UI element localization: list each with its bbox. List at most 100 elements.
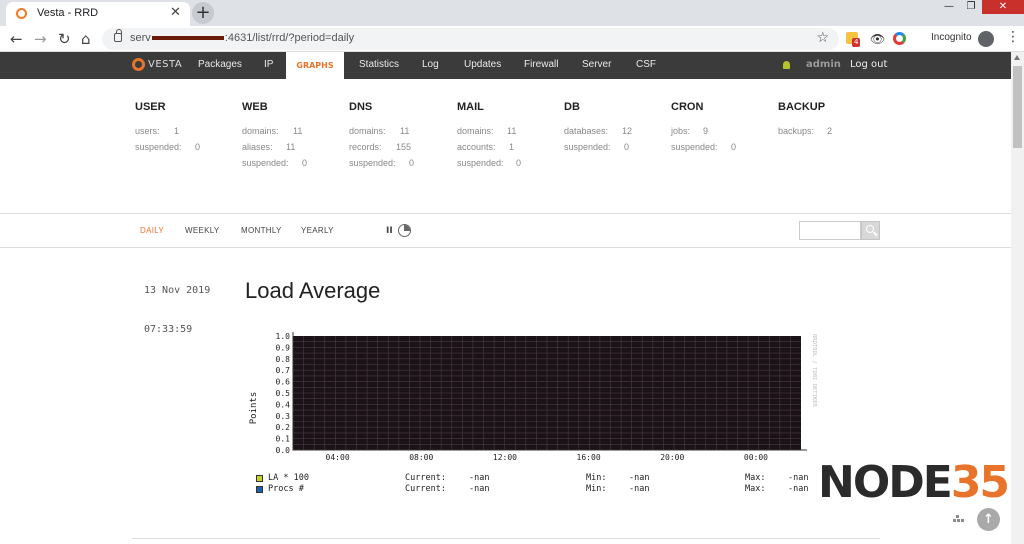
- logout-link[interactable]: Log out: [850, 59, 887, 70]
- search-button[interactable]: [861, 221, 880, 240]
- x-tick-label: 16:00: [577, 453, 601, 462]
- legend-max-value: -nan: [788, 484, 809, 494]
- nav-packages[interactable]: Packages: [198, 59, 242, 70]
- incognito-icon[interactable]: [978, 31, 994, 47]
- y-axis-label: Points: [249, 392, 259, 425]
- stat-label: suspended:: [671, 142, 718, 152]
- stat-value: 2: [827, 126, 833, 136]
- stat-heading: DB: [564, 101, 580, 113]
- stat-heading: CRON: [671, 101, 704, 113]
- legend-swatch: [256, 475, 263, 482]
- incognito-label: Incognito: [931, 32, 972, 43]
- extension-badge: 4: [852, 38, 861, 47]
- vesta-logo[interactable]: VESTA: [132, 58, 182, 71]
- stat-value: 0: [195, 142, 201, 152]
- pause-icon[interactable]: II: [386, 226, 393, 236]
- legend-max-label: Max:: [745, 473, 766, 483]
- stat-label: suspended:: [349, 158, 396, 168]
- minimize-icon[interactable]: —: [938, 0, 960, 14]
- legend-current-label: Current:: [405, 484, 446, 494]
- vesta-logo-icon: [132, 58, 145, 71]
- stat-value: 155: [396, 142, 412, 152]
- refresh-timer-icon[interactable]: [398, 224, 411, 237]
- y-tick-label: 0.9: [276, 343, 291, 352]
- period-daily[interactable]: DAILY: [140, 226, 164, 235]
- stat-value: 11: [400, 126, 410, 136]
- address-bar[interactable]: serv:4631/list/rrd/?period=daily ☆: [102, 28, 839, 50]
- close-tab-icon[interactable]: ✕: [170, 5, 181, 20]
- stat-heading: DNS: [349, 101, 373, 113]
- scroll-up-icon[interactable]: [1014, 55, 1020, 60]
- load-average-chart: 0.00.10.20.30.40.50.60.70.80.91.0 04:00 0…: [249, 332, 817, 462]
- stat-value: 1: [509, 142, 515, 152]
- y-tick-label: 1.0: [276, 332, 291, 341]
- period-weekly[interactable]: WEEKLY: [185, 226, 220, 235]
- nav-graphs[interactable]: GRAPHS: [286, 52, 344, 79]
- y-tick-label: 0.7: [276, 366, 291, 375]
- nav-ip[interactable]: IP: [264, 59, 273, 70]
- extension-eye-icon[interactable]: 👁: [870, 32, 885, 46]
- logo-text: VESTA: [148, 59, 183, 70]
- nav-server[interactable]: Server: [582, 59, 611, 70]
- legend-min-label: Min:: [586, 484, 607, 494]
- stat-value: 9: [703, 126, 709, 136]
- legend-max-label: Max:: [745, 484, 766, 494]
- period-yearly[interactable]: YEARLY: [301, 226, 334, 235]
- reload-icon[interactable]: ↻: [58, 30, 71, 48]
- y-tick-label: 0.5: [276, 389, 291, 398]
- stat-label: users:: [135, 126, 160, 136]
- y-tick-label: 0.8: [276, 355, 291, 364]
- stat-value: 11: [507, 126, 517, 136]
- node35-watermark-logo: NODE35: [818, 457, 1010, 508]
- legend-series-name: LA * 100: [268, 473, 309, 483]
- y-axis-ticks: 0.0 0.1 0.2 0.3 0.4 0.5 0.6 0.7 0.8 0.9 1.0: [276, 332, 291, 455]
- nav-log[interactable]: Log: [422, 59, 439, 70]
- x-tick-label: 00:00: [744, 453, 768, 462]
- stat-label: domains:: [457, 126, 494, 136]
- y-tick-label: 0.3: [276, 412, 291, 421]
- stat-value: 1: [174, 126, 180, 136]
- browser-tab-strip: Vesta - RRD ✕ + — ❐ ✕: [0, 0, 1024, 26]
- window-close-icon[interactable]: ✕: [982, 0, 1024, 14]
- stat-value: 11: [286, 142, 296, 152]
- search-input[interactable]: [799, 221, 861, 240]
- y-tick-label: 0.6: [276, 378, 291, 387]
- legend-current-label: Current:: [405, 473, 446, 483]
- scroll-to-top-button[interactable]: ↑: [977, 508, 1000, 531]
- extension-color-icon[interactable]: [893, 32, 906, 45]
- stat-value: 12: [622, 126, 633, 136]
- new-tab-button[interactable]: +: [192, 2, 214, 24]
- stat-label: databases:: [564, 126, 609, 136]
- bell-icon[interactable]: [783, 61, 790, 69]
- graph-title: Load Average: [245, 278, 381, 303]
- nav-csf[interactable]: CSF: [636, 59, 656, 70]
- grid-dots-icon[interactable]: [953, 515, 964, 522]
- browser-menu-icon[interactable]: ⋮: [1006, 29, 1020, 45]
- admin-user[interactable]: admin: [806, 59, 841, 70]
- stat-value: 0: [302, 158, 308, 168]
- legend-swatch: [256, 486, 263, 493]
- stat-label: aliases:: [242, 142, 273, 152]
- x-tick-label: 04:00: [326, 453, 350, 462]
- lock-icon: [114, 29, 122, 42]
- legend-min-value: -nan: [629, 484, 650, 494]
- stat-label: jobs:: [671, 126, 691, 136]
- home-icon[interactable]: ⌂: [81, 30, 91, 48]
- back-arrow-icon[interactable]: ←: [10, 30, 23, 48]
- nav-updates[interactable]: Updates: [464, 59, 501, 70]
- browser-tab[interactable]: Vesta - RRD ✕: [6, 2, 190, 26]
- extension-shield-icon[interactable]: 4: [846, 32, 861, 47]
- bookmark-star-icon[interactable]: ☆: [816, 30, 829, 46]
- period-monthly[interactable]: MONTHLY: [241, 226, 282, 235]
- scrollbar-thumb[interactable]: [1013, 66, 1022, 148]
- page-scrollbar[interactable]: [1011, 52, 1024, 544]
- divider: [132, 538, 880, 539]
- vesta-favicon-icon: [16, 8, 27, 19]
- window-controls: — ❐ ✕: [938, 0, 1024, 15]
- graph-time: 07:33:59: [144, 324, 193, 335]
- nav-firewall[interactable]: Firewall: [524, 59, 558, 70]
- forward-arrow-icon[interactable]: →: [34, 30, 47, 48]
- stat-label: backups:: [778, 126, 815, 136]
- nav-statistics[interactable]: Statistics: [359, 59, 399, 70]
- restore-icon[interactable]: ❐: [960, 0, 982, 14]
